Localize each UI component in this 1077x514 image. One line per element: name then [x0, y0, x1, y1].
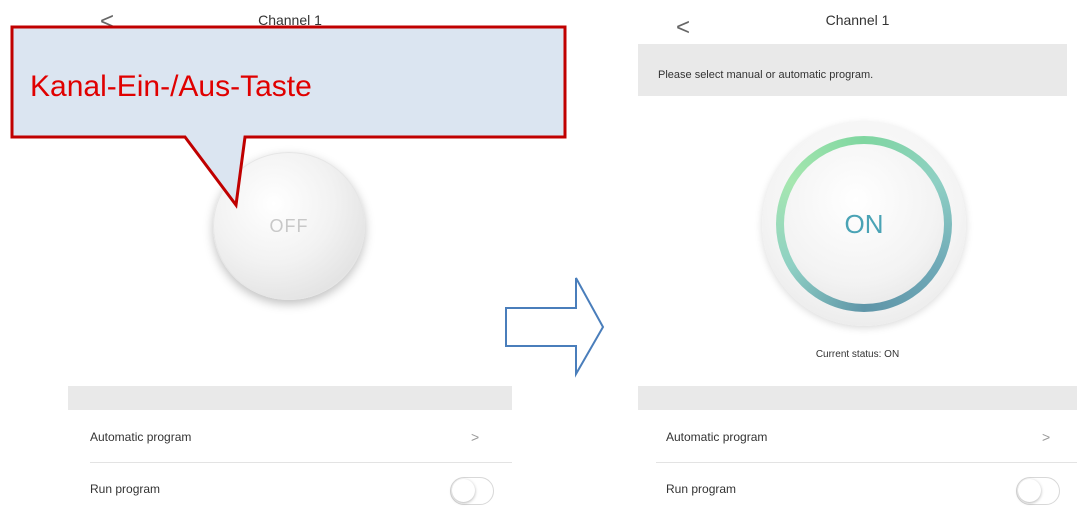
run-program-toggle[interactable]	[1016, 477, 1060, 505]
current-status-text: Current status: ON	[815, 349, 900, 360]
section-divider	[68, 386, 512, 410]
row-label: Automatic program	[666, 430, 768, 444]
right-arrow-icon	[505, 277, 605, 378]
right-phone-screen: < Channel 1 Please select manual or auto…	[638, 0, 1077, 512]
automatic-program-row[interactable]: Automatic program >	[68, 412, 512, 462]
callout-text: Kanal-Ein-/Aus-Taste	[30, 70, 312, 103]
power-toggle-button[interactable]: OFF	[213, 152, 365, 300]
row-separator	[656, 462, 1077, 463]
power-toggle-button[interactable]: ON	[762, 122, 966, 326]
info-bar: Please select manual or automatic progra…	[638, 44, 1067, 96]
nav-title: Channel 1	[825, 12, 890, 28]
run-program-row: Run program	[638, 464, 1077, 514]
info-text: Please select manual or automatic progra…	[658, 69, 874, 81]
power-button-face: ON	[784, 144, 944, 304]
row-label: Run program	[90, 482, 161, 496]
power-button-label: ON	[844, 208, 884, 239]
row-label: Run program	[666, 482, 737, 496]
automatic-program-row[interactable]: Automatic program >	[638, 412, 1077, 462]
row-separator	[90, 462, 512, 463]
toggle-knob	[1018, 479, 1041, 502]
power-button-label: OFF	[269, 215, 309, 236]
run-program-row: Run program	[68, 464, 512, 514]
run-program-toggle[interactable]	[450, 477, 494, 505]
chevron-right-icon: >	[471, 429, 480, 445]
row-label: Automatic program	[90, 430, 192, 444]
nav-title: Channel 1	[258, 12, 322, 28]
section-divider	[638, 386, 1077, 410]
toggle-knob	[452, 479, 475, 502]
chevron-right-icon: >	[1042, 429, 1051, 445]
